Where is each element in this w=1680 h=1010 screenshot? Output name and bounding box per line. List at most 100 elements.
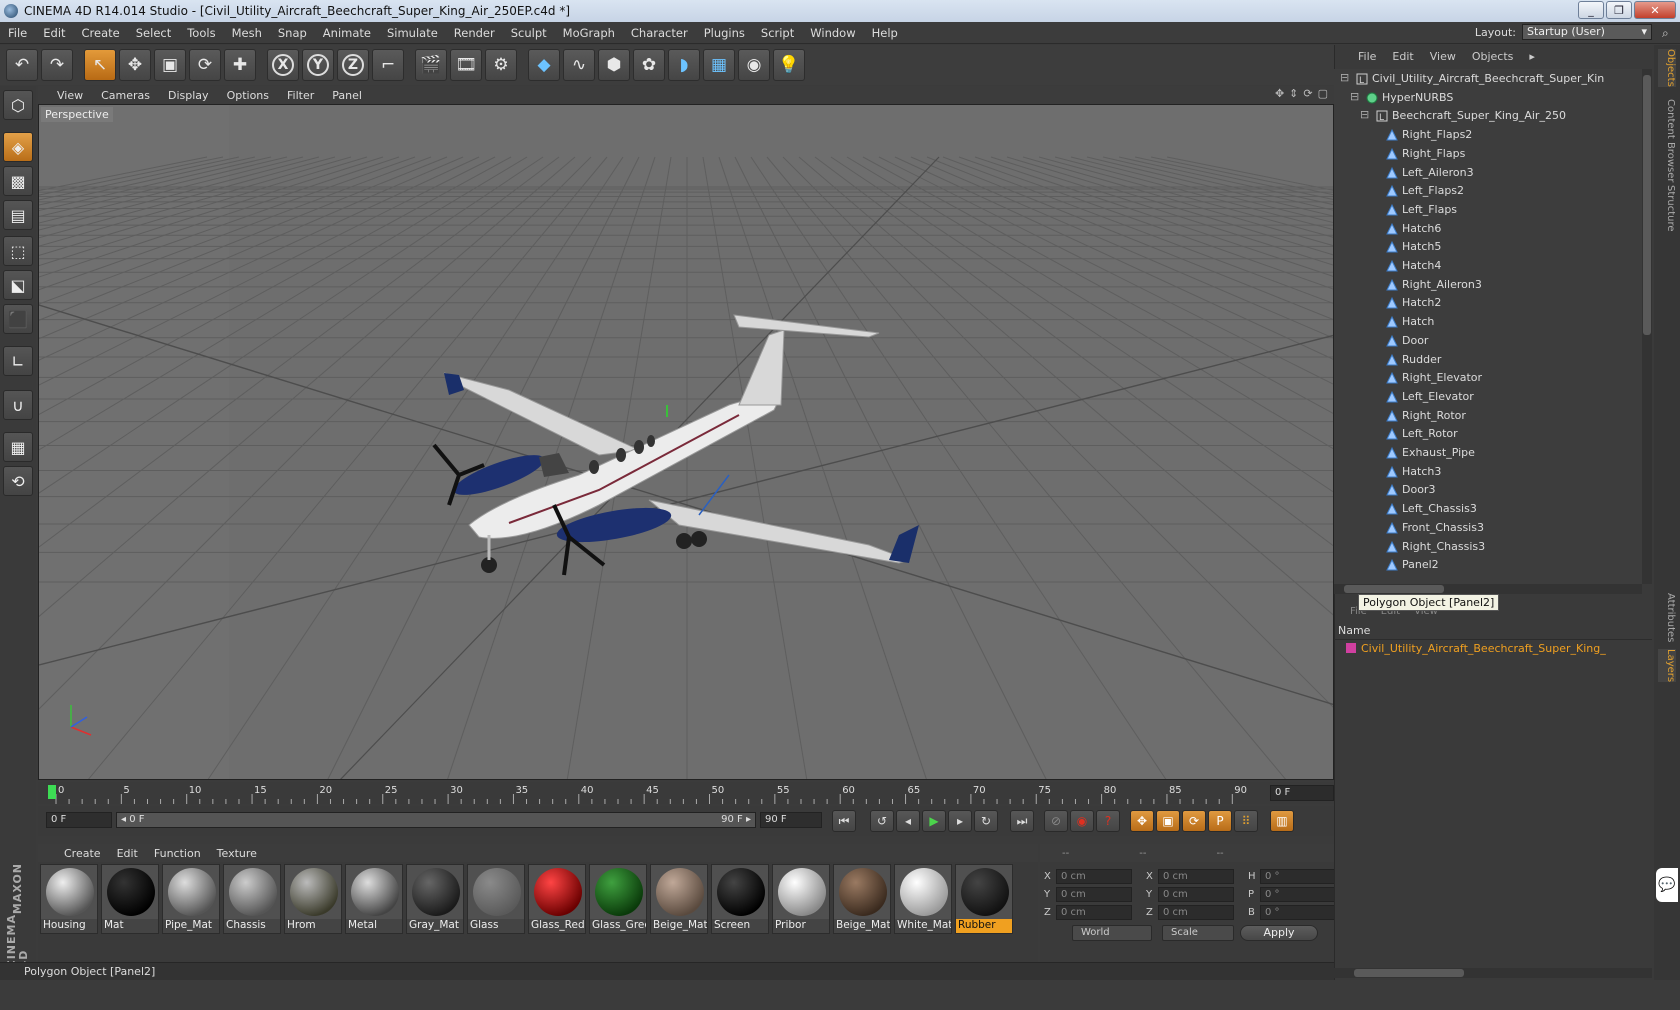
object-menu-file[interactable]: File (1350, 50, 1384, 63)
orbit-icon[interactable]: ⟳ (1303, 87, 1312, 100)
menu-create[interactable]: Create (74, 26, 128, 40)
go-to-next-key-button[interactable]: ↻ (974, 810, 998, 832)
object-row[interactable]: Right_Rotor (1334, 407, 1642, 426)
object-menu-edit[interactable]: Edit (1384, 50, 1421, 63)
object-row[interactable]: ⊟ HyperNURBS (1334, 89, 1642, 108)
x-axis-lock-button[interactable]: X (267, 49, 299, 81)
object-row[interactable]: Left_Rotor (1334, 425, 1642, 444)
menu-animate[interactable]: Animate (315, 26, 379, 40)
side-tab-layers[interactable]: Layers (1658, 649, 1676, 683)
points-mode-button[interactable]: ⬚ (3, 236, 33, 266)
material-swatch[interactable]: Glass_Gree (589, 864, 647, 934)
add-array-button[interactable]: ✿ (633, 49, 665, 81)
object-manager-horizontal-scrollbar[interactable] (1334, 584, 1642, 594)
menu-select[interactable]: Select (128, 26, 179, 40)
material-menu-edit[interactable]: Edit (109, 847, 146, 860)
go-to-next-frame-button[interactable]: ▸ (948, 810, 972, 832)
menu-edit[interactable]: Edit (35, 26, 73, 40)
coordinate-system-dropdown[interactable]: World (1072, 925, 1152, 941)
material-menu-function[interactable]: Function (146, 847, 209, 860)
material-swatch[interactable]: Beige_Mat (650, 864, 708, 934)
object-row[interactable]: Right_Flaps2 (1334, 126, 1642, 145)
add-nurbs-button[interactable]: ⬢ (598, 49, 630, 81)
viewport-menu-display[interactable]: Display (159, 89, 218, 102)
menu-tools[interactable]: Tools (179, 26, 223, 40)
expand-toggle-icon[interactable]: ⊟ (1340, 71, 1352, 84)
side-tab-structure[interactable]: Structure (1658, 185, 1676, 232)
object-row[interactable]: Left_Elevator (1334, 388, 1642, 407)
side-tab-attributes[interactable]: Attributes (1658, 593, 1676, 642)
record-active-objects-button[interactable]: ⊘ (1044, 810, 1068, 832)
axis-mode-button[interactable]: ∟ (3, 346, 33, 376)
add-light-button[interactable]: 💡 (773, 49, 805, 81)
add-deformer-button[interactable]: ◗ (668, 49, 700, 81)
go-to-end-button[interactable]: ⏭ (1010, 810, 1034, 832)
add-camera-button[interactable]: ◉ (738, 49, 770, 81)
viewport-menu-cameras[interactable]: Cameras (92, 89, 159, 102)
coordinate-value-field[interactable]: 0 ° (1260, 886, 1336, 902)
apply-button[interactable]: Apply (1240, 925, 1318, 941)
object-menu-more[interactable]: ▸ (1521, 50, 1543, 63)
object-row[interactable]: Front_Chassis3 (1334, 519, 1642, 538)
timeline-playhead[interactable] (48, 785, 56, 799)
scrollbar-thumb[interactable] (1354, 969, 1464, 977)
viewport-menu-options[interactable]: Options (218, 89, 278, 102)
maximize-button[interactable]: ❐ (1606, 1, 1632, 19)
record-scale-button[interactable]: ▣ (1156, 810, 1180, 832)
recent-tool-button[interactable]: ✚ (224, 49, 256, 81)
menu-mograph[interactable]: MoGraph (555, 26, 623, 40)
menu-help[interactable]: Help (864, 26, 906, 40)
material-swatch[interactable]: Housing (40, 864, 98, 934)
object-manager-vertical-scrollbar[interactable] (1642, 69, 1652, 584)
object-row[interactable]: Left_Flaps2 (1334, 182, 1642, 201)
object-row[interactable]: ⊟ L Civil_Utility_Aircraft_Beechcraft_Supe… (1334, 70, 1642, 89)
close-button[interactable]: ✕ (1634, 1, 1676, 19)
object-row[interactable]: Right_Elevator (1334, 369, 1642, 388)
viewport-menu-filter[interactable]: Filter (278, 89, 323, 102)
live-selection-button[interactable]: ↖ (84, 49, 116, 81)
material-swatch[interactable]: Glass (467, 864, 525, 934)
material-menu-create[interactable]: Create (56, 847, 109, 860)
go-to-previous-frame-button[interactable]: ◂ (896, 810, 920, 832)
end-frame-field[interactable]: 90 F (760, 812, 822, 828)
menu-sculpt[interactable]: Sculpt (503, 26, 555, 40)
coordinate-value-field[interactable]: 0 cm (1158, 904, 1234, 920)
undo-button[interactable]: ↶ (6, 49, 38, 81)
menu-window[interactable]: Window (802, 26, 863, 40)
workplane-mode-button[interactable]: ▤ (3, 200, 33, 230)
object-row[interactable]: Right_Chassis3 (1334, 538, 1642, 557)
layer-row[interactable]: Civil_Utility_Aircraft_Beechcraft_Super_… (1346, 642, 1606, 655)
menu-render[interactable]: Render (446, 26, 503, 40)
help-icon[interactable]: 💬 (1656, 868, 1678, 902)
layout-dropdown[interactable]: Startup (User) (1522, 24, 1652, 40)
object-row[interactable]: Door3 (1334, 481, 1642, 500)
polygons-mode-button[interactable]: ⬛ (3, 304, 33, 334)
timeline-ruler[interactable]: 0 5 10 15 20 25 30 35 40 45 50 55 60 65 70 75 80 85 90 0 F (38, 782, 1334, 804)
scale-mode-dropdown[interactable]: Scale (1162, 925, 1234, 941)
material-swatch[interactable]: White_Mat (894, 864, 952, 934)
material-swatch[interactable]: Rubber (955, 864, 1013, 934)
planar-workplane-button[interactable]: ⟲ (3, 466, 33, 496)
move-tool-button[interactable]: ✥ (119, 49, 151, 81)
object-row[interactable]: Hatch2 (1334, 294, 1642, 313)
coordinate-value-field[interactable]: 0 cm (1056, 904, 1132, 920)
render-picture-viewer-button[interactable]: 🎞 (450, 49, 482, 81)
expand-toggle-icon[interactable]: ⊟ (1350, 90, 1362, 103)
redo-button[interactable]: ↷ (41, 49, 73, 81)
render-view-button[interactable]: 🎬 (415, 49, 447, 81)
workplane-lock-button[interactable]: ▦ (3, 432, 33, 462)
viewport-menu-panel[interactable]: Panel (323, 89, 371, 102)
record-position-button[interactable]: ✥ (1130, 810, 1154, 832)
rotate-tool-button[interactable]: ⟳ (189, 49, 221, 81)
material-swatch[interactable]: Pipe_Mat (162, 864, 220, 934)
add-cube-button[interactable]: ◆ (528, 49, 560, 81)
toggle-view-icon[interactable]: ▢ (1318, 87, 1328, 100)
object-row[interactable]: Hatch (1334, 313, 1642, 332)
material-swatch[interactable]: Glass_Red (528, 864, 586, 934)
object-row[interactable]: Left_Aileron3 (1334, 164, 1642, 183)
menu-file[interactable]: File (0, 26, 35, 40)
z-axis-lock-button[interactable]: Z (337, 49, 369, 81)
scrollbar-thumb[interactable] (1643, 75, 1651, 335)
coordinate-value-field[interactable]: 0 cm (1056, 868, 1132, 884)
record-parameter-button[interactable]: P (1208, 810, 1232, 832)
